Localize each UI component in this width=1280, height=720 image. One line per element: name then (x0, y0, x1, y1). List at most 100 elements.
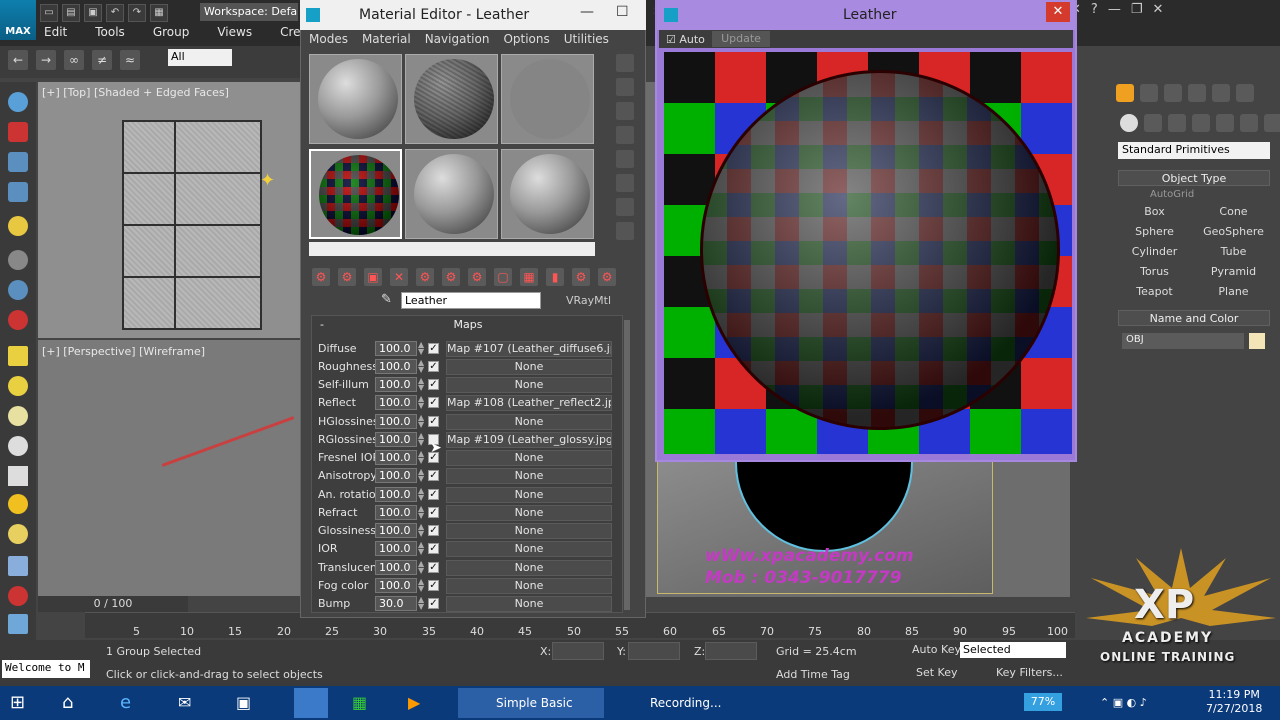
tray-icons[interactable]: ⌃ ▣ ◐ ♪ (1100, 696, 1147, 709)
lights-icon[interactable] (1168, 114, 1186, 132)
autogrid-checkbox[interactable]: AutoGrid (1150, 189, 1194, 200)
map-slot-button[interactable]: None (446, 596, 612, 612)
teapot-primitive-icon[interactable] (8, 436, 28, 456)
light-gizmo-icon[interactable]: ✦ (260, 170, 275, 191)
map-amount-field[interactable]: 100.0 (375, 432, 417, 447)
options-icon[interactable] (616, 198, 634, 216)
sample-slots-scrollbar[interactable] (309, 242, 595, 256)
menu-views[interactable]: Views (217, 25, 252, 43)
home-icon[interactable]: ⌂ (62, 688, 90, 718)
map-enable-checkbox[interactable]: ✓ (428, 361, 439, 372)
auto-update-checkbox[interactable]: ☑ Auto (666, 33, 705, 46)
menu-material[interactable]: Material (362, 32, 411, 46)
geometry-icon[interactable] (1120, 114, 1138, 132)
outlook-icon[interactable]: ✉ (178, 688, 206, 718)
viewport-perspective[interactable] (38, 340, 300, 596)
undo-icon[interactable]: ↶ (106, 4, 124, 22)
open-file-icon[interactable]: ▤ (62, 4, 80, 22)
map-slot-button[interactable]: None (446, 377, 612, 393)
select-by-material-icon[interactable] (616, 222, 634, 240)
spinner-icon[interactable]: ▲ ▼ (418, 395, 424, 410)
camera-icon[interactable] (8, 250, 28, 270)
utilities-tab-icon[interactable] (1236, 84, 1254, 102)
key-filters-button[interactable]: Key Filters... (996, 666, 1063, 679)
map-slot-button[interactable]: None (446, 505, 612, 521)
particle-icon[interactable] (8, 310, 28, 330)
map-amount-field[interactable]: 100.0 (375, 505, 417, 520)
torus-icon[interactable] (8, 524, 28, 544)
spinner-icon[interactable]: ▲ ▼ (418, 523, 424, 538)
light-bulb-icon[interactable] (8, 216, 28, 236)
spinner-icon[interactable]: ▲ ▼ (418, 450, 424, 465)
menu-group[interactable]: Group (153, 25, 190, 43)
viewport-top-label[interactable]: [+] [Top] [Shaded + Edged Faces] (42, 86, 229, 99)
close-icon[interactable]: ✕ (1152, 2, 1163, 17)
sphere-primitive-icon[interactable] (8, 376, 28, 396)
map-amount-field[interactable]: 100.0 (375, 359, 417, 374)
reset-map-icon[interactable]: ✕ (390, 268, 408, 286)
sample-slot-active[interactable] (309, 148, 402, 239)
cylinder-button[interactable]: Cylinder (1118, 244, 1191, 260)
render-frame-icon[interactable] (8, 122, 28, 142)
map-amount-field[interactable]: 100.0 (375, 395, 417, 410)
map-slot-button[interactable]: None (446, 414, 612, 430)
y-coord-field[interactable] (628, 642, 680, 660)
sun-light-icon[interactable] (8, 494, 28, 514)
motion-tab-icon[interactable] (1188, 84, 1206, 102)
link-icon[interactable]: ∞ (64, 50, 84, 70)
cone-primitive-icon[interactable] (8, 466, 28, 486)
map-amount-field[interactable]: 100.0 (375, 450, 417, 465)
display-tab-icon[interactable] (1212, 84, 1230, 102)
unlink-icon[interactable]: ≠ (92, 50, 112, 70)
spinner-icon[interactable]: ▲ ▼ (418, 578, 424, 593)
geosphere-icon[interactable] (8, 406, 28, 426)
sample-slot[interactable] (501, 148, 594, 239)
spinner-icon[interactable]: ▲ ▼ (418, 560, 424, 575)
torus-button[interactable]: Torus (1118, 264, 1191, 280)
new-file-icon[interactable]: ▭ (40, 4, 58, 22)
sample-slot[interactable] (501, 54, 594, 144)
map-amount-field[interactable]: 100.0 (375, 341, 417, 356)
map-enable-checkbox[interactable]: ✓ (428, 397, 439, 408)
object-name-field[interactable]: OBJ (1122, 333, 1244, 349)
teapot-button[interactable]: Teapot (1118, 284, 1191, 300)
assign-material-icon[interactable]: ▣ (364, 268, 382, 286)
go-to-parent-icon[interactable]: ⚙ (572, 268, 590, 286)
z-coord-field[interactable] (705, 642, 757, 660)
map-slot-button[interactable]: None (446, 359, 612, 375)
map-amount-field[interactable]: 100.0 (375, 578, 417, 593)
windows-start-icon[interactable]: ⊞ (10, 688, 38, 718)
map-amount-field[interactable]: 100.0 (375, 377, 417, 392)
put-to-library-icon[interactable]: ⚙ (468, 268, 486, 286)
menu-navigation[interactable]: Navigation (425, 32, 490, 46)
taskbar-clock[interactable]: 11:19 PM 7/27/2018 (1206, 688, 1262, 716)
map-enable-checkbox[interactable]: ✓ (428, 343, 439, 354)
spinner-icon[interactable]: ▲ ▼ (418, 414, 424, 429)
spinner-icon[interactable]: ▲ ▼ (418, 341, 424, 356)
map-amount-field[interactable]: 100.0 (375, 541, 417, 556)
put-material-icon[interactable]: ⚙ (338, 268, 356, 286)
bind-space-warp-icon[interactable]: ≈ (120, 50, 140, 70)
auto-key-button[interactable]: Auto Key (912, 643, 961, 656)
map-amount-field[interactable]: 100.0 (375, 560, 417, 575)
object-color-swatch[interactable] (1249, 333, 1265, 349)
set-key-button[interactable]: Set Key (916, 666, 958, 679)
name-and-color-rollout[interactable]: Name and Color (1118, 310, 1270, 326)
systems-icon[interactable] (1264, 114, 1280, 132)
sample-uv-tiling-icon[interactable] (616, 126, 634, 144)
map-amount-field[interactable]: 30.0 (375, 596, 417, 611)
taskbar-app-recording[interactable]: Recording... (612, 688, 752, 718)
map-amount-field[interactable]: 100.0 (375, 468, 417, 483)
layers-icon[interactable] (8, 152, 28, 172)
map-slot-button[interactable]: None (446, 578, 612, 594)
taskbar-app-3dsmax[interactable]: Simple Basic mat... (458, 688, 604, 718)
geosphere-button[interactable]: GeoSphere (1197, 224, 1270, 240)
cameras-icon[interactable] (1192, 114, 1210, 132)
show-map-in-viewport-icon[interactable]: ▦ (520, 268, 538, 286)
pick-material-eyedropper-icon[interactable]: ✎ (381, 292, 397, 308)
map-slot-button[interactable]: None (446, 450, 612, 466)
pyramid-button[interactable]: Pyramid (1197, 264, 1270, 280)
map-amount-field[interactable]: 100.0 (375, 523, 417, 538)
menu-edit[interactable]: Edit (44, 25, 67, 43)
viewport-top[interactable]: ✦ (38, 82, 300, 338)
